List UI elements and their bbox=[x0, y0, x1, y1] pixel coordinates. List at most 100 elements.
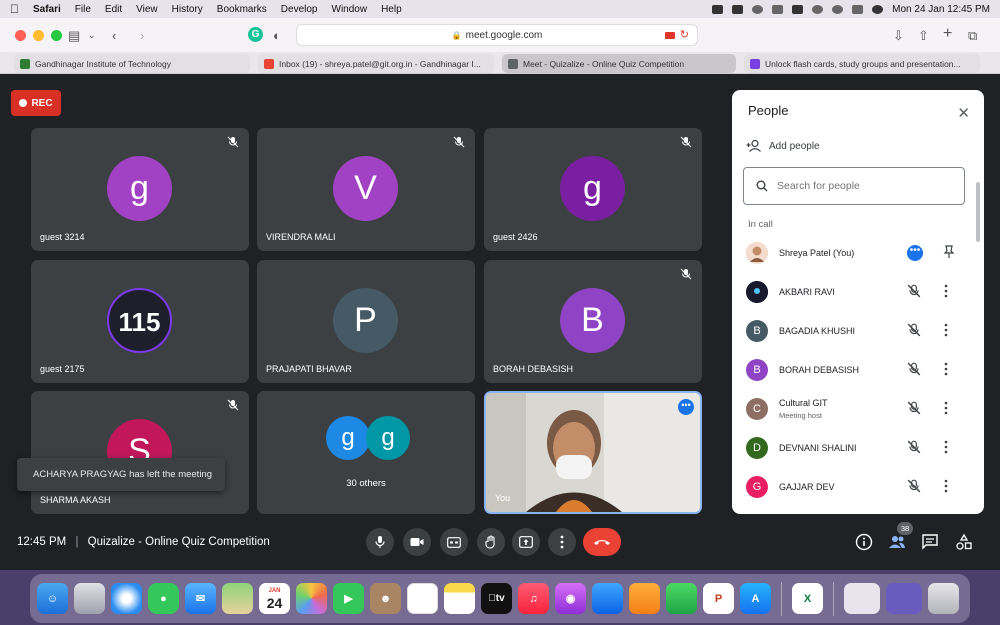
mic-off-icon[interactable] bbox=[907, 323, 921, 337]
person-row[interactable]: C Cultural GIT Meeting host bbox=[732, 391, 972, 430]
messages-icon[interactable]: ● bbox=[148, 583, 179, 614]
notes-icon[interactable] bbox=[444, 583, 475, 614]
more-options-icon[interactable]: ••• bbox=[678, 399, 694, 415]
mic-off-icon[interactable] bbox=[907, 401, 921, 415]
launchpad-icon[interactable] bbox=[74, 583, 105, 614]
menu-clock[interactable]: Mon 24 Jan 12:45 PM bbox=[892, 4, 990, 15]
more-vert-icon[interactable] bbox=[944, 362, 948, 376]
menu-file[interactable]: File bbox=[75, 4, 91, 15]
podcasts-icon[interactable]: ◉ bbox=[555, 583, 586, 614]
grammarly-extension-icon[interactable]: G bbox=[248, 27, 263, 42]
present-screen-button[interactable] bbox=[512, 528, 540, 556]
calendar-icon[interactable]: JAN 24 bbox=[259, 583, 290, 614]
self-view-tile[interactable]: ••• You bbox=[484, 391, 702, 514]
photos-icon[interactable] bbox=[296, 583, 327, 614]
mic-off-icon[interactable] bbox=[907, 362, 921, 376]
excel-icon[interactable]: X bbox=[792, 583, 823, 614]
menu-help[interactable]: Help bbox=[381, 4, 402, 15]
maps-icon[interactable] bbox=[222, 583, 253, 614]
powerpoint-icon[interactable]: P bbox=[703, 583, 734, 614]
person-row[interactable]: B BORAH DEBASISH bbox=[732, 352, 972, 391]
tab-gmail[interactable]: Inbox (19) - shreya.patel@git.org.in - G… bbox=[258, 54, 494, 73]
back-icon[interactable]: ‹ bbox=[112, 28, 116, 43]
mic-off-icon[interactable] bbox=[907, 284, 921, 298]
spotlight-search-icon[interactable] bbox=[832, 4, 844, 14]
app-store-icon[interactable]: A bbox=[740, 583, 771, 614]
message-status-icon[interactable] bbox=[732, 4, 744, 14]
leave-call-button[interactable] bbox=[583, 528, 621, 556]
pin-icon[interactable] bbox=[943, 245, 955, 259]
battery-icon[interactable] bbox=[792, 4, 804, 14]
apple-menu-icon[interactable]:  bbox=[10, 2, 19, 16]
person-row[interactable]: AKBARI RAVI bbox=[732, 274, 972, 313]
more-vert-icon[interactable] bbox=[944, 401, 948, 415]
meeting-info-icon[interactable] bbox=[855, 533, 873, 551]
tab-quizlet[interactable]: Unlock flash cards, study groups and pre… bbox=[744, 54, 980, 73]
recording-indicator[interactable]: REC bbox=[11, 90, 61, 116]
person-row[interactable]: G GAJJAR DEV bbox=[732, 469, 972, 508]
chat-icon[interactable] bbox=[921, 533, 939, 551]
menu-history[interactable]: History bbox=[172, 4, 203, 15]
more-vert-icon[interactable] bbox=[944, 440, 948, 454]
play-status-icon[interactable] bbox=[752, 4, 764, 14]
person-row[interactable]: D DEVNANI SHALINI bbox=[732, 430, 972, 469]
menu-app-name[interactable]: Safari bbox=[33, 4, 61, 15]
apple-tv-icon[interactable]: tv bbox=[481, 583, 512, 614]
pages-icon[interactable] bbox=[629, 583, 660, 614]
participant-tile[interactable]: g guest 3214 bbox=[31, 128, 249, 251]
forward-icon[interactable]: › bbox=[140, 28, 144, 43]
reminders-icon[interactable] bbox=[407, 583, 438, 614]
keynote-icon[interactable] bbox=[592, 583, 623, 614]
menu-develop[interactable]: Develop bbox=[281, 4, 318, 15]
tab-overview-icon[interactable]: ⧉ bbox=[968, 28, 977, 44]
address-bar[interactable]: 🔒 meet.google.com ↻ bbox=[296, 24, 698, 46]
control-center-icon[interactable] bbox=[852, 4, 864, 14]
people-icon[interactable] bbox=[888, 533, 906, 551]
participant-tile[interactable]: g guest 2426 bbox=[484, 128, 702, 251]
participant-tile[interactable]: 115 guest 2175 bbox=[31, 260, 249, 383]
participant-tile[interactable]: V VIRENDRA MALI bbox=[257, 128, 475, 251]
raise-hand-button[interactable] bbox=[477, 528, 505, 556]
captions-button[interactable] bbox=[440, 528, 468, 556]
microphone-button[interactable] bbox=[366, 528, 394, 556]
finder-icon[interactable]: ☺ bbox=[37, 583, 68, 614]
camera-button[interactable] bbox=[403, 528, 431, 556]
mail-icon[interactable]: ✉ bbox=[185, 583, 216, 614]
maximize-window-icon[interactable] bbox=[51, 29, 62, 41]
menu-bookmarks[interactable]: Bookmarks bbox=[217, 4, 267, 15]
wifi-icon[interactable] bbox=[812, 4, 824, 14]
trash-icon[interactable] bbox=[928, 583, 959, 614]
new-tab-icon[interactable]: + bbox=[943, 25, 952, 43]
minimized-window-icon[interactable] bbox=[886, 583, 922, 614]
more-options-icon[interactable]: ••• bbox=[907, 245, 923, 261]
panel-scrollbar[interactable] bbox=[976, 182, 980, 242]
reload-icon[interactable]: ↻ bbox=[680, 28, 689, 41]
safari-icon[interactable] bbox=[111, 583, 142, 614]
more-vert-icon[interactable] bbox=[944, 323, 948, 337]
add-people-button[interactable]: Add people bbox=[746, 140, 820, 152]
minimized-window-icon[interactable] bbox=[844, 583, 880, 614]
privacy-shield-icon[interactable]: ◐ bbox=[273, 28, 281, 43]
close-window-icon[interactable] bbox=[15, 29, 26, 41]
close-icon[interactable]: ✕ bbox=[957, 104, 970, 122]
participant-tile[interactable]: B BORAH DEBASISH bbox=[484, 260, 702, 383]
tab-meet[interactable]: Meet - Quizalize - Online Quiz Competiti… bbox=[502, 54, 736, 73]
more-vert-icon[interactable] bbox=[944, 284, 948, 298]
person-row[interactable]: Shreya Patel (You) ••• bbox=[732, 235, 972, 274]
search-input[interactable] bbox=[777, 180, 947, 192]
person-row[interactable]: B BAGADIA KHUSHI bbox=[732, 313, 972, 352]
screen-record-icon[interactable] bbox=[712, 4, 724, 14]
more-options-button[interactable] bbox=[548, 528, 576, 556]
others-tile[interactable]: g g 30 others bbox=[257, 391, 475, 514]
tab-git[interactable]: Gandhinagar Institute of Technology bbox=[14, 54, 250, 73]
music-icon[interactable]: ♫ bbox=[518, 583, 549, 614]
sidebar-toggle-icon[interactable]: ▤ bbox=[68, 28, 80, 44]
participant-tile[interactable]: S SHARMA AKASH bbox=[31, 391, 249, 514]
menu-edit[interactable]: Edit bbox=[105, 4, 122, 15]
chevron-down-icon[interactable]: ⌄ bbox=[88, 30, 96, 41]
activities-icon[interactable] bbox=[955, 533, 973, 551]
camera-in-use-icon[interactable] bbox=[665, 32, 675, 39]
numbers-icon[interactable] bbox=[666, 583, 697, 614]
minimize-window-icon[interactable] bbox=[33, 29, 44, 41]
mic-off-icon[interactable] bbox=[907, 479, 921, 493]
